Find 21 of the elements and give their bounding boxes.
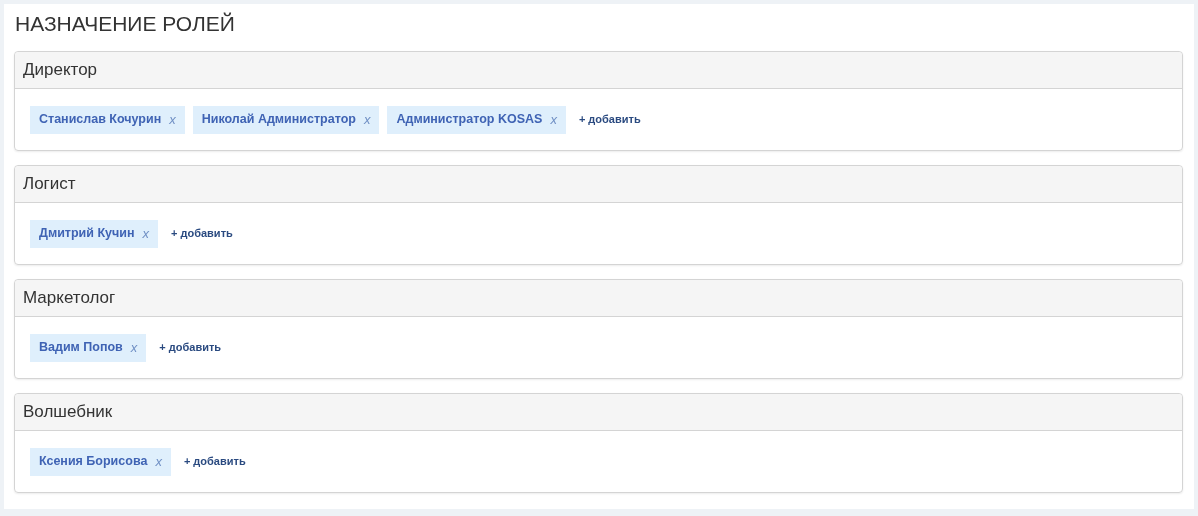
role-name: Маркетолог <box>23 287 116 310</box>
role-name: Директор <box>23 59 98 82</box>
remove-button[interactable]: x <box>142 227 149 240</box>
add-link[interactable]: + добавить <box>183 453 246 470</box>
member-name: Администратор KOSAS <box>396 111 543 129</box>
role-name: Волшебник <box>23 401 113 424</box>
add-link[interactable]: + добавить <box>171 225 233 242</box>
remove-button[interactable]: x <box>550 113 557 126</box>
member-name: Вадим Попов <box>39 339 123 357</box>
remove-button[interactable]: x <box>130 341 138 354</box>
add-link[interactable]: + добавить <box>159 339 222 356</box>
remove-button[interactable]: x <box>155 455 162 468</box>
remove-button[interactable]: x <box>363 113 371 126</box>
page-title: НАЗНАЧЕНИЕ РОЛЕЙ <box>15 12 235 36</box>
member-name: Ксения Борисова <box>39 453 148 471</box>
remove-button[interactable]: x <box>169 113 176 126</box>
member-name: Николай Администратор <box>201 111 356 129</box>
add-link[interactable]: + добавить <box>578 111 641 128</box>
member-name: Станислав Кочурин <box>39 111 162 129</box>
member-name: Дмитрий Кучин <box>39 225 135 243</box>
role-name: Логист <box>23 173 76 196</box>
